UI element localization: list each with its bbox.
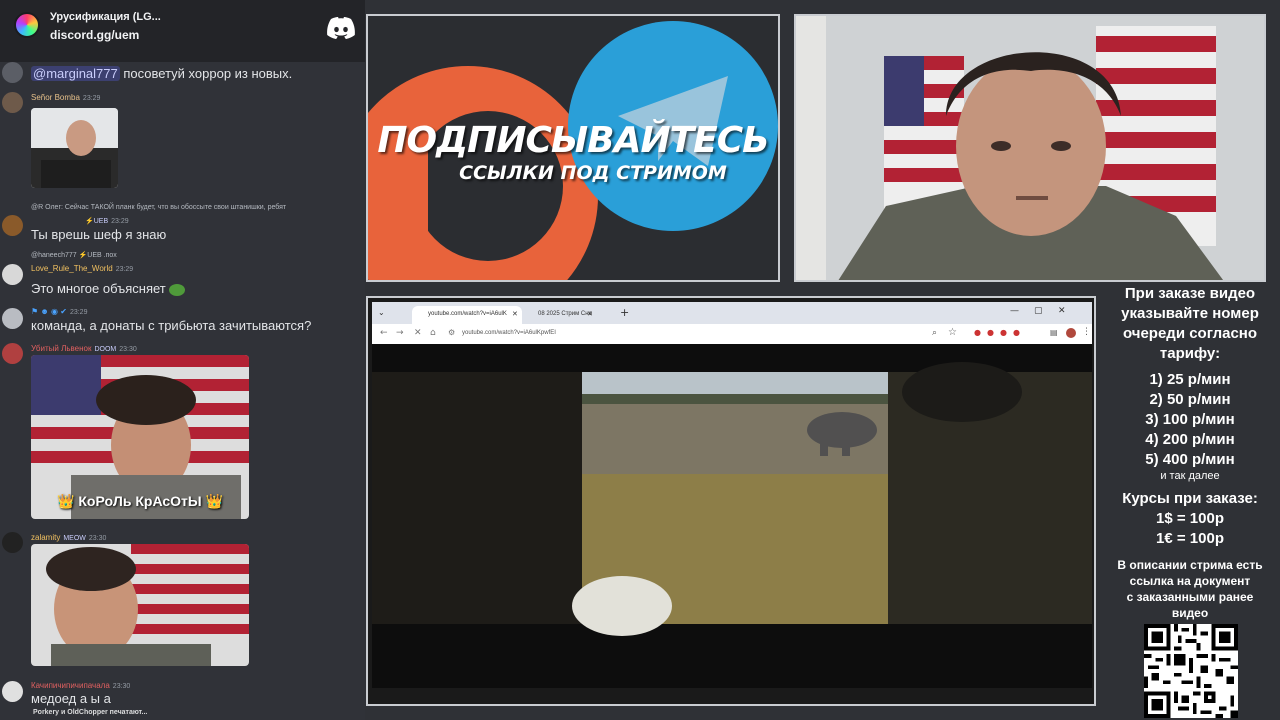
chat-message: @marginal777 посоветуй хоррор из новых. (0, 62, 365, 86)
profile-avatar[interactable] (1066, 328, 1076, 338)
description-line: с заказанными ранее (1126, 590, 1254, 604)
address-bar-row: ← → ✕ ⌂ ⚙ youtube.com/watch?v=iA6ulKpwfE… (372, 324, 1092, 344)
chat-message: @haneech777 ⚡UEB .пох Love_Rule_The_Worl… (0, 251, 365, 299)
reply-preview[interactable]: @haneech777 ⚡UEB .пох (31, 251, 117, 259)
close-window-button[interactable]: ✕ (1058, 306, 1066, 316)
description-line: В описании стрима есть (1117, 558, 1263, 572)
browser-window: ⌄ youtube.com/watch?v=iA6ulK ✕ 08 2025 С… (366, 296, 1096, 706)
description-line: ссылка на документ (1129, 574, 1251, 588)
message-text: медоед а ы а (31, 691, 111, 706)
back-icon[interactable]: ← (380, 328, 388, 338)
browser-tab-active[interactable]: youtube.com/watch?v=iA6ulK (412, 306, 522, 324)
message-text: @marginal777 посоветуй хоррор из новых. (31, 66, 293, 81)
chat-message: zalamity MEOW 23:30 (0, 530, 365, 670)
avatar (2, 308, 23, 329)
message-text: Это многое объясняет (31, 281, 186, 296)
info-line: тарифу: (1159, 345, 1221, 362)
browser-menu-icon[interactable]: ⋮ (1082, 327, 1091, 337)
tab-list-dropdown-icon[interactable]: ⌄ (378, 308, 385, 317)
new-tab-button[interactable]: + (620, 306, 629, 319)
username[interactable]: Love_Rule_The_World 23:29 (31, 264, 133, 273)
avatar (2, 92, 23, 113)
info-line: При заказе видео (1124, 285, 1256, 302)
chat-message: @R Олег: Сейчас ТАКОЙ планк будет, что в… (0, 202, 365, 242)
home-icon[interactable]: ⌂ (430, 328, 436, 338)
url-input[interactable]: youtube.com/watch?v=iA6ulKpwfEI (462, 330, 556, 336)
chat-message: ⚑ ☻ ◉ ✔ 23:29 команда, а донаты с трибьют… (0, 305, 365, 335)
username[interactable]: zalamity MEOW 23:30 (31, 533, 106, 542)
chat-message: Señor Bomba 23:29 (0, 90, 365, 190)
zoom-icon[interactable]: ⌕ (932, 328, 937, 338)
message-text: Ты врешь шеф я знаю (31, 227, 167, 242)
server-invite-link[interactable]: discord.gg/uem (50, 28, 139, 42)
pepe-emoji-icon (169, 283, 186, 296)
description-line: видео (1171, 606, 1209, 620)
username[interactable]: Убитый Львенок DOOM 23:30 (31, 344, 137, 353)
username[interactable]: Señor Bomba 23:29 (31, 93, 100, 102)
extension-icons[interactable]: ●●●● (974, 328, 1026, 337)
reply-preview[interactable]: @R Олег: Сейчас ТАКОЙ планк будет, что в… (31, 204, 286, 211)
promo-panel: ПОДПИСЫВАЙТЕСЬ ССЫЛКИ ПОД СТРИМОМ (366, 14, 780, 282)
typing-indicator: Porkery и OldChopper печатают... (33, 709, 148, 716)
tab-close-icon[interactable]: ✕ (587, 310, 593, 318)
message-text: команда, а донаты с трибьюта зачитываютс… (31, 318, 312, 333)
info-line: указывайте номер (1121, 305, 1259, 322)
user-badges: ⚑ ☻ ◉ ✔ 23:29 (31, 307, 88, 316)
forward-icon[interactable]: → (396, 328, 404, 338)
tariff-item: 3) 100 р/мин (1145, 411, 1235, 428)
site-info-icon[interactable]: ⚙ (448, 328, 455, 337)
avatar (2, 681, 23, 702)
avatar (2, 62, 23, 83)
discord-chat-panel: Урусификация (LG... discord.gg/uem @marg… (0, 0, 365, 720)
chat-message: Убитый Львенок DOOM 23:30 👑 КоРоЛь КрАсОтЫ… (0, 341, 365, 521)
image-attachment[interactable]: 👑 КоРоЛь КрАсОтЫ 👑 (31, 355, 249, 519)
info-line: очереди согласно (1122, 325, 1258, 342)
extensions-menu-icon[interactable]: ▤ (1050, 328, 1058, 337)
image-attachment[interactable] (31, 108, 118, 188)
server-name: Урусификация (LG... (50, 11, 161, 23)
tariff-item: 1) 25 р/мин (1149, 371, 1231, 388)
username-tags: ⚡UEB 23:29 (85, 218, 129, 225)
browser-tab-bar: ⌄ youtube.com/watch?v=iA6ulK ✕ 08 2025 С… (372, 302, 1092, 324)
avatar (2, 532, 23, 553)
avatar (2, 215, 23, 236)
avatar (2, 264, 23, 285)
video-player[interactable] (372, 344, 1092, 688)
chat-header: Урусификация (LG... discord.gg/uem (0, 0, 365, 62)
avatar (2, 343, 23, 364)
tariff-item: 5) 400 р/мин (1145, 451, 1235, 468)
stream-overlay: Урусификация (LG... discord.gg/uem @marg… (0, 0, 1280, 720)
streamer-camera-image (796, 16, 1264, 280)
badge-icons: ⚑ ☻ ◉ ✔ (31, 307, 67, 316)
username[interactable]: Качипичипичипачала 23:30 (31, 681, 130, 690)
minimize-button[interactable]: — (1010, 306, 1019, 316)
rate-usd: 1$ = 100р (1156, 510, 1224, 527)
user-mention[interactable]: @marginal777 (31, 66, 120, 81)
tab-close-icon[interactable]: ✕ (512, 310, 518, 318)
webcam-feed (794, 14, 1266, 282)
stop-loading-icon[interactable]: ✕ (414, 328, 422, 338)
server-icon[interactable] (14, 12, 40, 38)
chat-message: Качипичипичипачала 23:30 медоед а ы а (0, 678, 365, 706)
webcam-photo (31, 108, 118, 188)
webcam-photo (31, 544, 249, 666)
order-info: При заказе видео указывайте номер очеред… (1100, 284, 1280, 621)
tariff-item: 4) 200 р/мин (1145, 431, 1235, 448)
tariff-item: 2) 50 р/мин (1149, 391, 1231, 408)
bookmark-star-icon[interactable]: ☆ (948, 327, 957, 338)
tariff-etc: и так далее (1160, 470, 1220, 482)
image-caption: 👑 КоРоЛь КрАсОтЫ 👑 (57, 493, 223, 509)
page-content (372, 344, 1092, 688)
qr-code[interactable] (1144, 624, 1238, 718)
rates-title: Курсы при заказе: (1122, 490, 1258, 507)
telegram-logo-icon (368, 16, 369, 17)
discord-logo-icon (327, 17, 355, 39)
promo-title: ПОДПИСЫВАЙТЕСЬ (377, 120, 769, 161)
image-attachment[interactable] (31, 544, 249, 666)
maximize-button[interactable]: ▢ (1034, 306, 1043, 316)
promo-subtitle: ССЫЛКИ ПОД СТРИМОМ (459, 162, 727, 184)
rate-eur: 1€ = 100р (1156, 530, 1224, 547)
